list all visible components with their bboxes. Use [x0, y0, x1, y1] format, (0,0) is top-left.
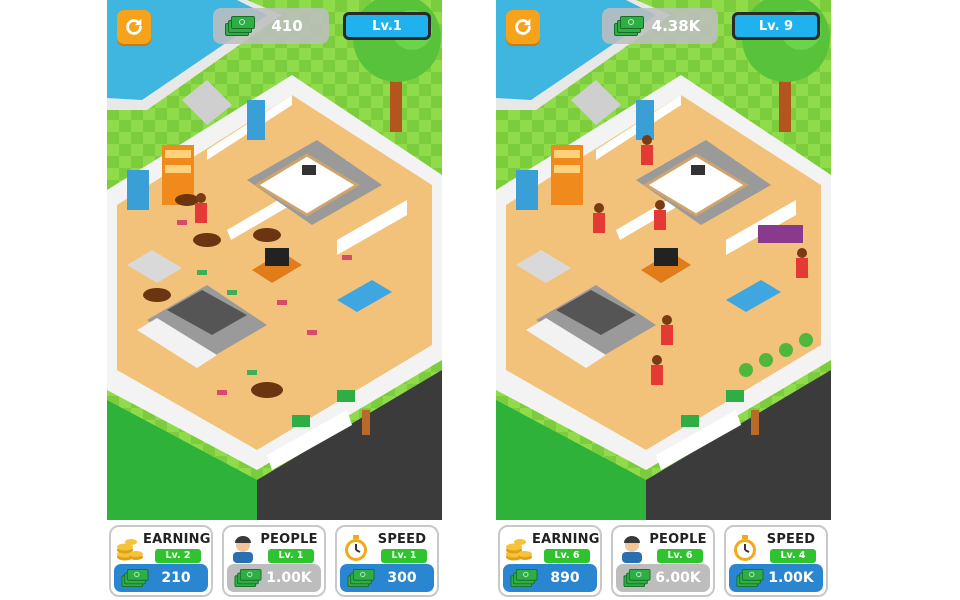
- speed-upgrade-card[interactable]: SPEED Lv. 1 300: [335, 525, 439, 597]
- cash-icon: [510, 569, 538, 587]
- speed-buy-button[interactable]: 300: [340, 564, 434, 592]
- game-screen-before: 410 Lv.1 EARNING Lv. 2 210 PEOPLE Lv. 1 …: [107, 0, 442, 600]
- house-scene: [107, 0, 442, 600]
- people-level: Lv. 1: [268, 549, 314, 563]
- tv: [654, 248, 678, 266]
- speed-title: SPEED: [377, 532, 427, 547]
- refresh-button[interactable]: [117, 10, 151, 44]
- speed-buy-button[interactable]: 1.00K: [729, 564, 823, 592]
- speed-upgrade-card[interactable]: SPEED Lv. 4 1.00K: [724, 525, 828, 597]
- game-screen-after: 4.38K Lv. 9 EARNING Lv. 6 890 PEOPLE Lv.…: [496, 0, 831, 600]
- cash-icon: [225, 16, 255, 36]
- coins-icon: [117, 539, 143, 561]
- upgrade-panel: EARNING Lv. 6 890 PEOPLE Lv. 6 6.00K SPE…: [496, 520, 831, 600]
- cash-icon: [623, 569, 651, 587]
- window: [516, 170, 538, 210]
- earning-cost: 890: [550, 570, 580, 586]
- speed-cost: 300: [387, 570, 417, 586]
- house-scene: [496, 0, 831, 600]
- earning-level: Lv. 6: [544, 549, 590, 563]
- earning-title: EARNING: [143, 532, 211, 547]
- earning-level: Lv. 2: [155, 549, 201, 563]
- people-cost: 1.00K: [266, 570, 312, 586]
- people-upgrade-card[interactable]: PEOPLE Lv. 1 1.00K: [222, 525, 326, 597]
- level-indicator: Lv. 9: [732, 12, 820, 40]
- money-counter: 4.38K: [602, 8, 718, 44]
- refresh-icon: [126, 18, 142, 35]
- coins-icon: [506, 539, 532, 561]
- worker-icon: [233, 536, 253, 563]
- stopwatch-icon: [734, 535, 756, 561]
- cash-icon: [347, 569, 375, 587]
- cash-pile: [292, 415, 310, 427]
- money-amount: 4.38K: [651, 17, 701, 35]
- cash-icon: [234, 569, 262, 587]
- dirt-stain: [193, 233, 221, 247]
- people-level: Lv. 6: [657, 549, 703, 563]
- earning-upgrade-card[interactable]: EARNING Lv. 2 210: [109, 525, 213, 597]
- potted-plant: [739, 363, 753, 377]
- cash-icon: [121, 569, 149, 587]
- speed-cost: 1.00K: [768, 570, 814, 586]
- people-title: PEOPLE: [260, 532, 318, 547]
- earning-upgrade-card[interactable]: EARNING Lv. 6 890: [498, 525, 602, 597]
- scattered-clothes: [177, 220, 187, 225]
- people-upgrade-card[interactable]: PEOPLE Lv. 6 6.00K: [611, 525, 715, 597]
- speed-title: SPEED: [766, 532, 816, 547]
- people-cost: 6.00K: [655, 570, 701, 586]
- worker: [641, 145, 653, 165]
- cash-icon: [614, 16, 644, 36]
- speed-level: Lv. 1: [381, 549, 427, 563]
- refresh-icon: [515, 18, 531, 35]
- earning-title: EARNING: [532, 532, 600, 547]
- worker: [195, 203, 207, 223]
- earning-buy-button[interactable]: 890: [503, 564, 597, 592]
- clothes-rack: [758, 225, 803, 243]
- worker-icon: [622, 536, 642, 563]
- money-counter: 410: [213, 8, 329, 44]
- people-buy-button[interactable]: 6.00K: [616, 564, 710, 592]
- window: [127, 170, 149, 210]
- cash-pile: [681, 415, 699, 427]
- stopwatch-icon: [345, 535, 367, 561]
- mailbox: [751, 410, 759, 435]
- cash-icon: [736, 569, 764, 587]
- tv: [265, 248, 289, 266]
- earning-buy-button[interactable]: 210: [114, 564, 208, 592]
- speed-level: Lv. 4: [770, 549, 816, 563]
- people-buy-button[interactable]: 1.00K: [227, 564, 321, 592]
- mailbox: [362, 410, 370, 435]
- earning-cost: 210: [161, 570, 191, 586]
- level-indicator: Lv.1: [343, 12, 431, 40]
- upgrade-panel: EARNING Lv. 2 210 PEOPLE Lv. 1 1.00K SPE…: [107, 520, 442, 600]
- money-amount: 410: [271, 17, 303, 35]
- refresh-button[interactable]: [506, 10, 540, 44]
- people-title: PEOPLE: [649, 532, 707, 547]
